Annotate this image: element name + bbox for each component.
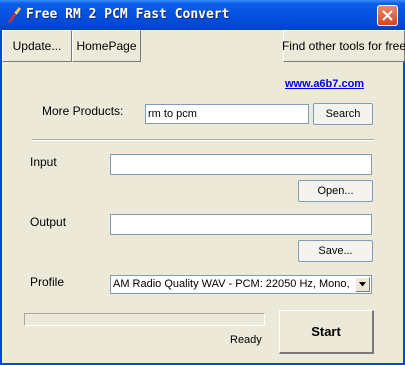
open-button[interactable]: Open...	[298, 180, 373, 202]
app-window: Free RM 2 PCM Fast Convert Update... Hom…	[0, 0, 405, 365]
close-button[interactable]	[377, 5, 398, 26]
more-products-label: More Products:	[42, 104, 124, 118]
product-search-input[interactable]: rm to pcm	[145, 104, 309, 124]
title-bar[interactable]: Free RM 2 PCM Fast Convert	[0, 0, 405, 30]
close-icon	[382, 10, 393, 21]
output-label: Output	[30, 215, 67, 229]
profile-selected-value: AM Radio Quality WAV - PCM: 22050 Hz, Mo…	[113, 278, 353, 290]
window-title: Free RM 2 PCM Fast Convert	[26, 7, 230, 22]
website-link[interactable]: www.a6b7.com	[285, 78, 364, 90]
profile-label: Profile	[30, 275, 65, 289]
input-label: Input	[30, 155, 57, 169]
divider	[32, 139, 374, 141]
start-button[interactable]: Start	[279, 310, 374, 354]
search-button[interactable]: Search	[313, 103, 373, 125]
homepage-button[interactable]: HomePage	[72, 30, 141, 62]
find-other-tools-button[interactable]: Find other tools for free	[282, 30, 405, 62]
status-text: Ready	[230, 334, 262, 346]
dropdown-button[interactable]	[355, 277, 370, 292]
chevron-down-icon	[359, 282, 366, 287]
update-button[interactable]: Update...	[2, 30, 72, 62]
output-file-field[interactable]	[110, 214, 372, 235]
save-button[interactable]: Save...	[298, 240, 373, 262]
progress-bar	[24, 313, 265, 326]
brush-icon	[6, 6, 22, 28]
profile-dropdown[interactable]: AM Radio Quality WAV - PCM: 22050 Hz, Mo…	[110, 275, 372, 294]
input-file-field[interactable]	[110, 154, 372, 175]
